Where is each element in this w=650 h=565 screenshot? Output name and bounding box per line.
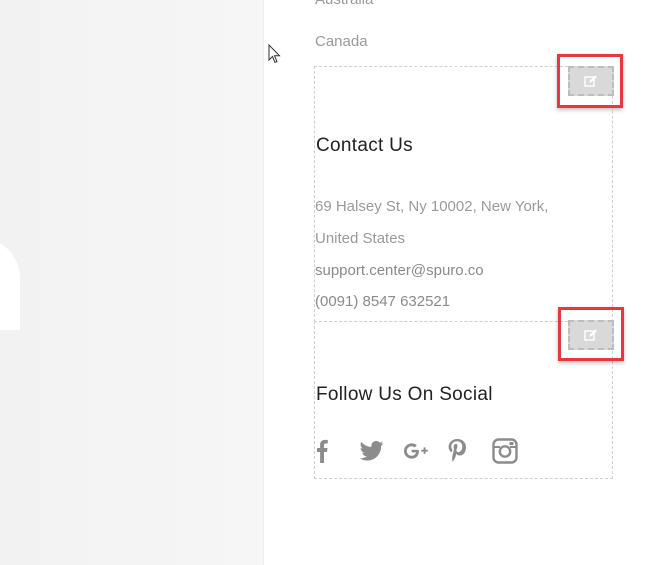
contact-email[interactable]: support.center@spuro.co — [315, 262, 484, 279]
edit-icon — [584, 329, 597, 341]
edit-icon — [584, 75, 597, 87]
edit-contact-button[interactable] — [568, 66, 614, 96]
footer-link-australia[interactable]: Australia — [315, 0, 373, 8]
facebook-icon — [317, 439, 328, 463]
partial-heading-glyph — [0, 238, 20, 330]
facebook-link[interactable] — [316, 437, 360, 465]
twitter-link[interactable] — [360, 437, 404, 465]
instagram-link[interactable] — [492, 437, 536, 465]
address-line-1: 69 Halsey St, Ny 10002, New York, — [315, 198, 549, 215]
address-line-2: United States — [315, 230, 406, 247]
pinterest-link[interactable] — [448, 437, 492, 465]
footer-link-canada[interactable]: Canada — [315, 33, 368, 50]
contact-phone[interactable]: (0091) 8547 632521 — [315, 293, 450, 310]
mouse-cursor-icon — [268, 44, 281, 64]
social-icons-row — [316, 437, 536, 465]
contact-heading: Contact Us — [316, 135, 413, 156]
twitter-icon — [360, 441, 384, 461]
social-heading: Follow Us On Social — [316, 384, 493, 405]
edit-social-button[interactable] — [568, 320, 614, 350]
page-canvas-left — [0, 0, 264, 565]
instagram-icon — [492, 438, 518, 464]
google-plus-icon — [404, 443, 428, 459]
pinterest-icon — [448, 439, 466, 462]
google-plus-link[interactable] — [404, 437, 448, 465]
